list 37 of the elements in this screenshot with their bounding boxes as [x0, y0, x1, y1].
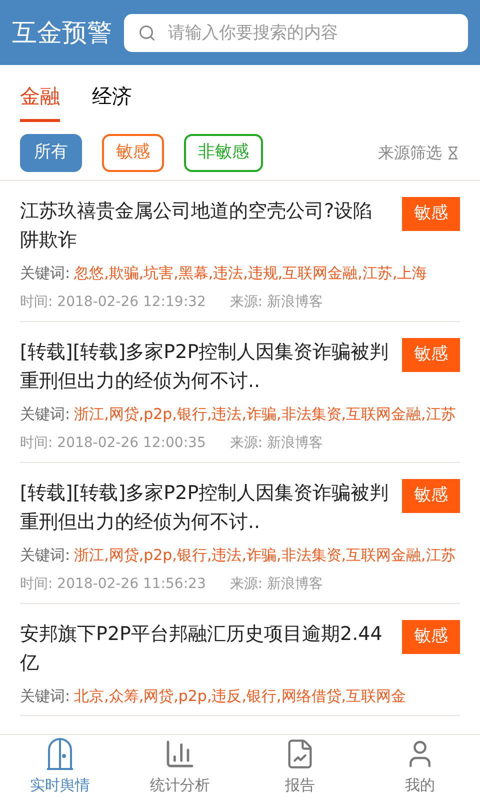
article-source: 来源: 新浪博客: [230, 293, 324, 312]
filter-chip[interactable]: 非敏感: [184, 134, 263, 172]
keywords-text: 浙江,网贷,p2p,银行,违法,诈骗,非法集资,互联网金融,江苏: [74, 546, 456, 564]
nav-tab[interactable]: 我的: [360, 735, 480, 800]
sensitive-badge: 敏感: [402, 479, 460, 513]
nav-tab[interactable]: 统计分析: [120, 735, 240, 800]
category-tab[interactable]: 经济: [92, 81, 132, 122]
sensitive-badge: 敏感: [402, 620, 460, 654]
nav-tab[interactable]: 实时舆情: [0, 735, 120, 800]
category-tab[interactable]: 金融: [20, 81, 60, 122]
search-field[interactable]: 请输入你要搜索的内容: [124, 14, 468, 52]
sensitive-badge: 敏感: [402, 197, 460, 231]
article-title[interactable]: [转载][转载]多家P2P控制人因集资诈骗被判重刑但出力的经侦为何不讨..: [20, 338, 390, 396]
publish-time: 时间: 2018-02-26 12:19:32: [20, 293, 206, 312]
source-filter-button[interactable]: 来源筛选: [378, 141, 460, 165]
article-title[interactable]: 安邦旗下P2P平台邦融汇历史项目逾期2.44亿: [20, 620, 390, 678]
keywords-label: 关键词:: [20, 546, 70, 564]
sensitive-badge: 敏感: [402, 338, 460, 372]
publish-time: 时间: 2018-02-26 11:56:23: [20, 575, 206, 594]
filter-chip[interactable]: 所有: [20, 134, 82, 172]
keywords-label: 关键词:: [20, 264, 70, 282]
article-title[interactable]: 江苏玖禧贵金属公司地道的空壳公司?设陷阱欺诈: [20, 197, 390, 255]
article-source: 来源: 新浪博客: [230, 434, 324, 453]
app-title: 互金预警: [12, 16, 112, 49]
door-icon: [45, 738, 75, 770]
article-title[interactable]: [转载][转载]多家P2P控制人因集资诈骗被判重刑但出力的经侦为何不讨..: [20, 479, 390, 537]
publish-time: 时间: 2018-02-26 12:00:35: [20, 434, 206, 453]
keywords-label: 关键词:: [20, 405, 70, 423]
hourglass-icon: [446, 146, 460, 160]
nav-tab[interactable]: 报告: [240, 735, 360, 800]
keywords-text: 北京,众筹,网贷,p2p,违反,银行,网络借贷,互联网金: [74, 687, 406, 705]
keywords-label: 关键词:: [20, 687, 70, 705]
article-source: 来源: 新浪博客: [230, 575, 324, 594]
keywords-text: 忽悠,欺骗,坑害,黑幕,违法,违规,互联网金融,江苏,上海: [74, 264, 428, 282]
filter-chip[interactable]: 敏感: [102, 134, 164, 172]
keywords-text: 浙江,网贷,p2p,银行,违法,诈骗,非法集资,互联网金融,江苏: [74, 405, 456, 423]
search-icon: [138, 24, 156, 42]
